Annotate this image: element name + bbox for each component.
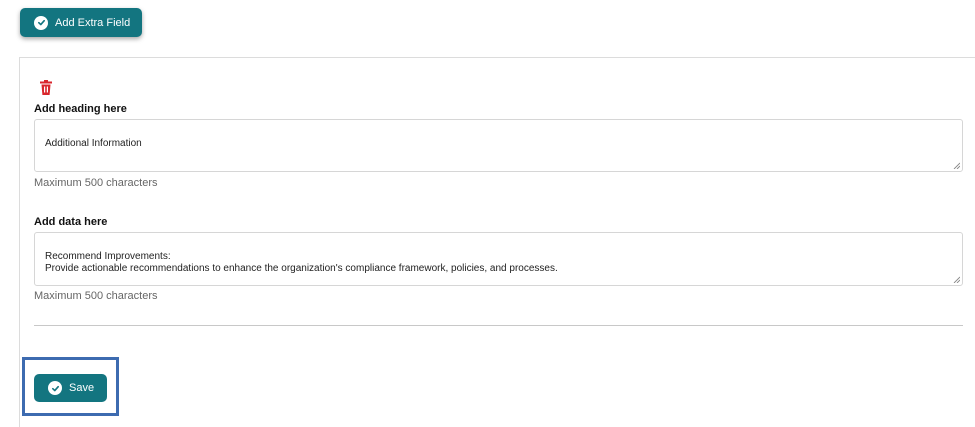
save-button[interactable]: Save [34, 374, 107, 402]
resize-grip-icon[interactable] [953, 276, 960, 283]
data-value: Recommend Improvements: Provide actionab… [45, 251, 558, 274]
trash-icon[interactable] [39, 80, 53, 95]
data-hint: Maximum 500 characters [34, 290, 158, 302]
divider [34, 325, 963, 326]
data-label: Add data here [34, 216, 108, 228]
heading-value: Additional Information [45, 138, 142, 149]
heading-hint: Maximum 500 characters [34, 177, 158, 189]
check-circle-icon [48, 381, 62, 395]
save-label: Save [69, 382, 95, 394]
heading-textarea[interactable]: Additional Information [34, 119, 963, 172]
add-extra-field-label: Add Extra Field [55, 16, 131, 29]
resize-grip-icon[interactable] [953, 162, 960, 169]
data-textarea[interactable]: Recommend Improvements: Provide actionab… [34, 232, 963, 286]
add-extra-field-button[interactable]: Add Extra Field [20, 8, 142, 37]
heading-label: Add heading here [34, 103, 127, 115]
check-circle-icon [34, 15, 48, 30]
